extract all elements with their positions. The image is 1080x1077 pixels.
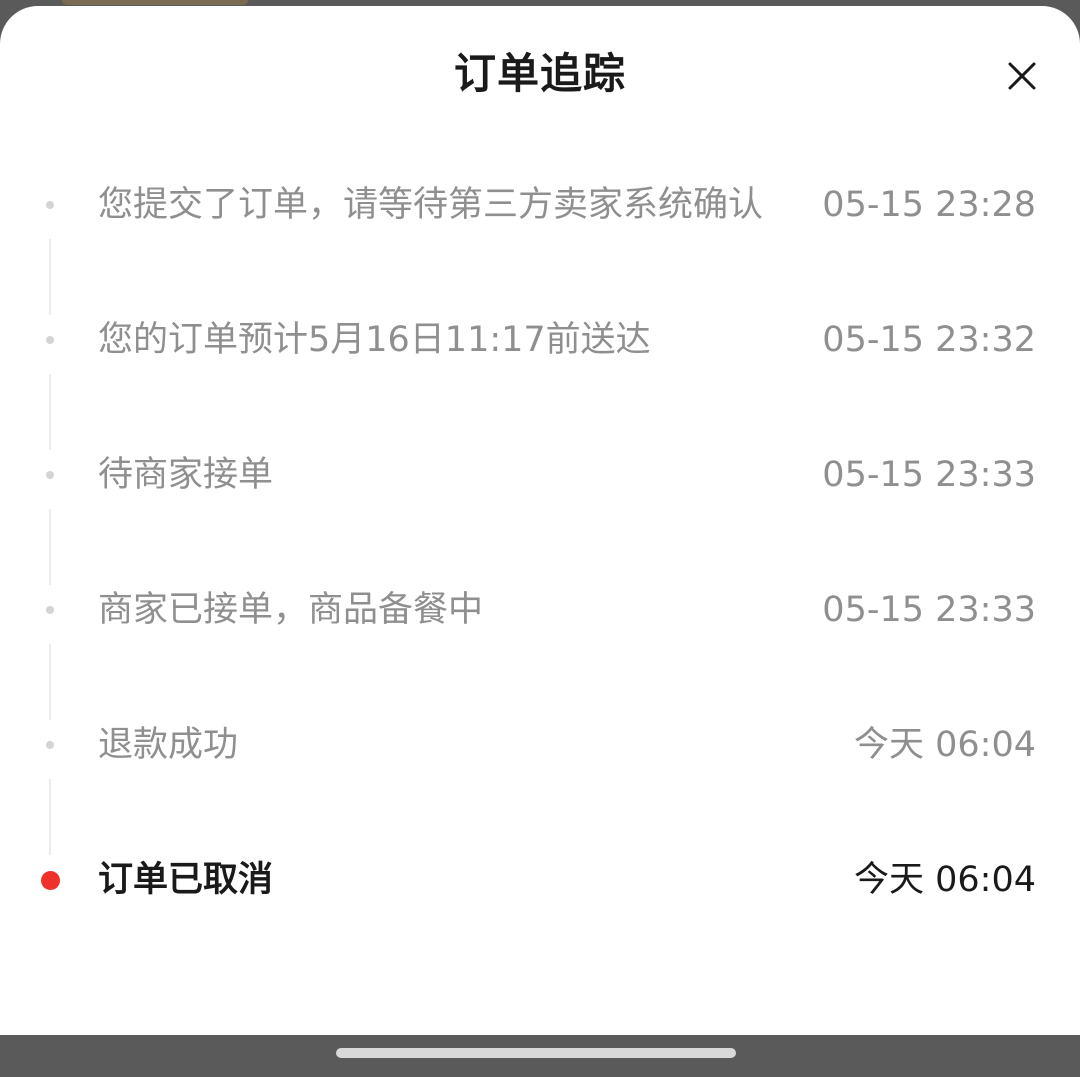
backdrop-image-edge	[62, 0, 248, 5]
event-text: 订单已取消	[98, 860, 274, 900]
timeline-event: 退款成功 今天 06:04	[0, 715, 1080, 775]
timeline-dot	[46, 201, 54, 209]
event-text: 商家已接单，商品备餐中	[98, 590, 484, 630]
event-time: 今天 06:04	[854, 860, 1036, 900]
timeline-event: 您提交了订单，请等待第三方卖家系统确认 05-15 23:28	[0, 175, 1080, 235]
order-tracking-sheet: 订单追踪 您提交了订单，请等待第三方卖家系统确认 05-15 23:28 您的订…	[0, 6, 1080, 1035]
event-time: 05-15 23:32	[822, 320, 1036, 360]
event-time: 05-15 23:33	[822, 455, 1036, 495]
tracking-timeline: 您提交了订单，请等待第三方卖家系统确认 05-15 23:28 您的订单预计5月…	[0, 6, 1080, 1035]
event-time: 05-15 23:28	[822, 185, 1036, 225]
event-time: 今天 06:04	[854, 725, 1036, 765]
timeline-connector	[49, 509, 51, 585]
event-time: 05-15 23:33	[822, 590, 1036, 630]
timeline-event-current: 订单已取消 今天 06:04	[0, 850, 1080, 910]
timeline-event: 商家已接单，商品备餐中 05-15 23:33	[0, 580, 1080, 640]
event-text: 您提交了订单，请等待第三方卖家系统确认	[98, 185, 764, 225]
system-navigation-bar	[0, 1035, 1080, 1077]
timeline-event: 待商家接单 05-15 23:33	[0, 445, 1080, 505]
timeline-connector	[49, 779, 51, 855]
timeline-dot	[46, 606, 54, 614]
home-indicator[interactable]	[336, 1048, 736, 1058]
timeline-dot	[46, 471, 54, 479]
timeline-connector	[49, 644, 51, 720]
timeline-connector	[49, 374, 51, 450]
timeline-dot	[46, 336, 54, 344]
timeline-dot-active	[41, 871, 60, 890]
event-text: 待商家接单	[98, 455, 274, 495]
timeline-connector	[49, 239, 51, 315]
event-text: 退款成功	[98, 725, 239, 765]
timeline-dot	[46, 741, 54, 749]
event-text: 您的订单预计5月16日11:17前送达	[98, 320, 651, 360]
timeline-event: 您的订单预计5月16日11:17前送达 05-15 23:32	[0, 310, 1080, 370]
